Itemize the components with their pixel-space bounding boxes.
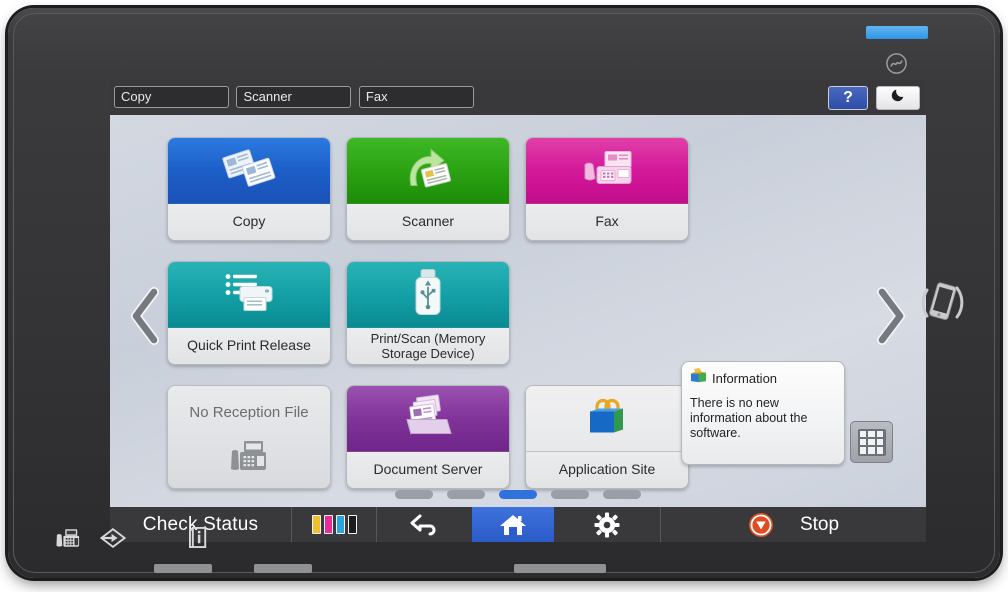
tile-document-server-label: Document Server [347, 451, 509, 488]
bezel-tab-3 [514, 564, 606, 573]
tile-copy[interactable]: Copy [167, 137, 331, 241]
fax-indicator-icon [56, 528, 80, 554]
page-dot-5[interactable] [603, 490, 641, 499]
apps-grid-icon [858, 429, 886, 456]
usb-drive-icon [411, 267, 445, 322]
settings-button[interactable] [554, 507, 660, 542]
tab-fax[interactable]: Fax [359, 86, 474, 108]
page-indicator [110, 490, 926, 499]
scanner-arrow-icon [399, 145, 457, 196]
page-dot-1[interactable] [395, 490, 433, 499]
fax-reception-icon [229, 439, 269, 478]
power-status-icon[interactable] [885, 52, 908, 75]
chevron-left-icon [126, 285, 166, 347]
information-body: There is no new information about the so… [690, 396, 836, 441]
tile-copy-label: Copy [168, 203, 330, 240]
tile-document-server-icon-area [347, 386, 509, 452]
toner-black [348, 515, 357, 534]
bezel-indicator-icons [56, 527, 126, 554]
top-tab-strip: Copy Scanner Fax ? [110, 80, 926, 115]
status-led-bar [866, 26, 928, 39]
home-icon [498, 512, 528, 538]
operation-panel-device: Copy Scanner Fax ? [8, 8, 1000, 578]
information-widget[interactable]: Information There is no new information … [681, 361, 845, 465]
page-dot-2[interactable] [447, 490, 485, 499]
home-button[interactable] [472, 507, 554, 542]
information-title: Information [712, 371, 777, 386]
copy-documents-icon [221, 146, 277, 195]
back-arrow-icon [408, 512, 442, 538]
tile-quick-print-label: Quick Print Release [168, 327, 330, 364]
bezel-tab-1 [154, 564, 212, 573]
tile-print-scan-memory[interactable]: Print/Scan (Memory Storage Device) [346, 261, 510, 365]
status-bar: Check Status [110, 507, 926, 542]
next-page-arrow[interactable] [870, 285, 910, 347]
tile-scanner[interactable]: Scanner [346, 137, 510, 241]
tile-document-server[interactable]: Document Server [346, 385, 510, 489]
toner-cyan [336, 515, 345, 534]
nfc-touch-device-icon [918, 276, 966, 333]
stop-circle-icon [748, 512, 774, 538]
chevron-right-icon [870, 285, 910, 347]
toner-magenta [324, 515, 333, 534]
shopping-bag-icon [584, 394, 630, 443]
fax-machine-icon [577, 146, 637, 195]
information-box-icon [690, 368, 707, 388]
device-bezel: Copy Scanner Fax ? [13, 13, 995, 573]
toner-level-indicator[interactable] [292, 507, 376, 542]
no-reception-file-label: No Reception File [168, 404, 330, 421]
touch-screen: Copy Scanner Fax ? [110, 80, 926, 542]
tile-fax-icon-area [526, 138, 688, 204]
tile-copy-icon-area [168, 138, 330, 204]
tile-print-scan-icon-area [347, 262, 509, 328]
tile-fax-label: Fax [526, 203, 688, 240]
tile-fax[interactable]: Fax [525, 137, 689, 241]
previous-page-arrow[interactable] [126, 285, 166, 347]
tile-print-scan-label: Print/Scan (Memory Storage Device) [347, 327, 509, 364]
tab-scanner[interactable]: Scanner [236, 86, 351, 108]
printer-list-icon [218, 269, 280, 320]
bezel-tab-2 [254, 564, 312, 573]
toner-yellow [312, 515, 321, 534]
tile-application-site[interactable]: Application Site [525, 385, 689, 489]
information-title-row: Information [690, 368, 836, 388]
tile-quick-print-icon-area [168, 262, 330, 328]
tile-quick-print-release[interactable]: Quick Print Release [167, 261, 331, 365]
tile-scanner-label: Scanner [347, 203, 509, 240]
document-tray-icon [399, 393, 457, 444]
apps-grid-button[interactable] [850, 421, 893, 463]
help-button[interactable]: ? [828, 86, 868, 110]
page-dot-3[interactable] [499, 490, 537, 499]
stop-label: Stop [800, 514, 839, 536]
data-in-icon [100, 527, 126, 554]
tile-application-site-label: Application Site [526, 451, 688, 488]
sleep-mode-button[interactable] [876, 86, 920, 110]
manual-info-icon [189, 526, 210, 554]
home-screen-canvas: Copy [110, 115, 926, 507]
tab-copy[interactable]: Copy [114, 86, 229, 108]
back-button[interactable] [376, 507, 472, 542]
page-dot-4[interactable] [551, 490, 589, 499]
tile-application-site-icon-area [526, 386, 688, 452]
gear-icon [594, 512, 620, 538]
stop-button[interactable]: Stop [660, 507, 926, 542]
moon-icon [890, 87, 906, 103]
widget-no-reception-file[interactable]: No Reception File [167, 385, 331, 489]
tile-scanner-icon-area [347, 138, 509, 204]
